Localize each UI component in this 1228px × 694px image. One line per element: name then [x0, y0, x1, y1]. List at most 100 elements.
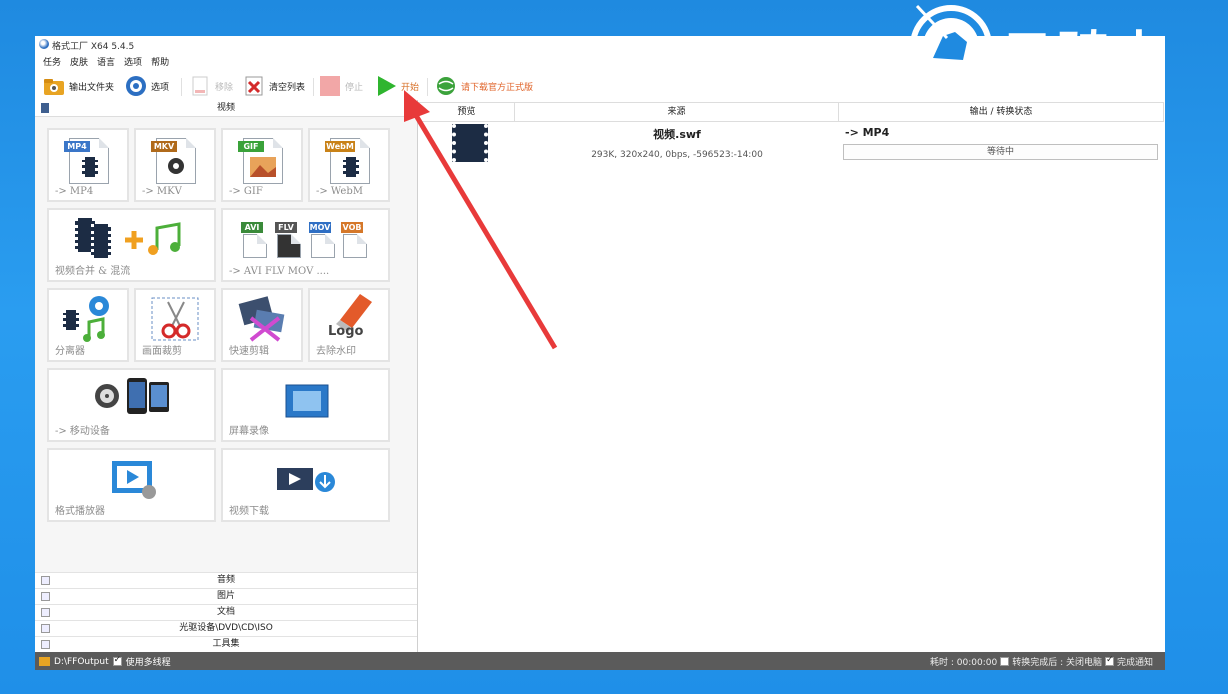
film-icon	[343, 157, 359, 177]
tile-video-merge[interactable]: 视频合并 & 混流	[47, 208, 216, 282]
tile-to-gif[interactable]: GIF -> GIF	[221, 128, 303, 202]
category-list: 音频 图片 文档 光驱设备\DVD\CD\ISO 工具集	[35, 572, 417, 652]
clear-list-icon	[243, 75, 265, 97]
mp4-badge: MP4	[64, 141, 90, 152]
menu-help[interactable]: 帮助	[151, 55, 169, 69]
options-icon	[125, 75, 147, 97]
header-source[interactable]: 来源	[515, 103, 839, 121]
toolbar-divider	[181, 78, 182, 96]
document-icon	[41, 608, 50, 617]
task-file-info: 293K, 320x240, 0bps, -596523:-14:00	[591, 150, 763, 160]
watermark-knight-logo	[910, 4, 992, 87]
menu-options[interactable]: 选项	[124, 55, 142, 69]
stop-icon	[319, 75, 341, 97]
category-label: 工具集	[212, 639, 240, 649]
start-button[interactable]: 开始	[375, 72, 419, 100]
tile-format-player[interactable]: 格式播放器	[47, 448, 216, 522]
tile-to-avi-flv-mov[interactable]: AVI FLV MOV VOB -> AVI FLV MOV ....	[221, 208, 390, 282]
category-document[interactable]: 文档	[35, 604, 417, 620]
image-icon	[250, 157, 276, 177]
tile-label: 视频下载	[229, 506, 269, 517]
remove-label: 移除	[215, 82, 234, 93]
tile-to-mkv[interactable]: MKV -> MKV	[134, 128, 216, 202]
task-output-format: -> MP4	[845, 126, 890, 139]
category-label: 音频	[216, 575, 235, 585]
output-path[interactable]: D:\FFOutput	[54, 657, 109, 667]
watermark: 云骑士	[905, 0, 1205, 96]
image-icon	[41, 592, 50, 601]
crop-scissors-icon	[151, 297, 199, 341]
tile-mobile-device[interactable]: -> 移动设备	[47, 368, 216, 442]
tile-label: -> 移动设备	[55, 426, 110, 437]
multi-format-icons: AVI FLV MOV VOB	[241, 222, 371, 258]
tile-label: -> WebM	[316, 186, 363, 197]
after-convert-checkbox[interactable]	[1000, 657, 1010, 666]
tile-label: 屏幕录像	[229, 426, 269, 437]
category-disc[interactable]: 光驱设备\DVD\CD\ISO	[35, 620, 417, 636]
tile-label: 去除水印	[316, 346, 356, 357]
webm-badge: WebM	[325, 141, 355, 152]
multithread-checkbox[interactable]	[112, 655, 122, 666]
multithread-label: 使用多线程	[125, 658, 171, 668]
tile-splitter[interactable]: 分离器	[47, 288, 129, 362]
logo-text: Logo	[328, 324, 364, 339]
toolbar-divider	[427, 78, 428, 96]
tile-label: 格式播放器	[55, 506, 105, 517]
quicktime-icon	[311, 234, 335, 258]
tile-label: 视频合并 & 混流	[55, 266, 131, 277]
folder-icon	[43, 75, 65, 97]
video-category-icon	[41, 103, 49, 113]
app-icon	[39, 39, 49, 49]
menu-task[interactable]: 任务	[43, 55, 61, 69]
stop-label: 停止	[345, 82, 364, 93]
category-tools[interactable]: 工具集	[35, 636, 417, 652]
remove-button[interactable]: 移除	[189, 72, 233, 100]
clapper-icon	[277, 234, 301, 258]
mkv-file-icon: MKV	[151, 138, 196, 184]
tile-remove-watermark[interactable]: Logo 去除水印	[308, 288, 390, 362]
menu-skin[interactable]: 皮肤	[70, 55, 88, 69]
category-label: 图片	[216, 591, 235, 601]
header-preview[interactable]: 预览	[419, 103, 515, 121]
tile-label: 分离器	[55, 346, 85, 357]
after-convert-label: 转换完成后 : 关闭电脑	[1012, 658, 1102, 668]
clear-list-button[interactable]: 清空列表	[243, 72, 305, 100]
stop-button[interactable]: 停止	[319, 72, 363, 100]
tile-to-mp4[interactable]: MP4 -> MP4	[47, 128, 129, 202]
category-image[interactable]: 图片	[35, 588, 417, 604]
header-output-status[interactable]: 输出 / 转换状态	[839, 103, 1164, 121]
task-row[interactable]: 视频.swf 293K, 320x240, 0bps, -596523:-14:…	[419, 122, 1164, 172]
tile-to-webm[interactable]: WebM -> WebM	[308, 128, 390, 202]
menu-language[interactable]: 语言	[97, 55, 115, 69]
status-bar: D:\FFOutput 使用多线程 耗时 : 00:00:00 转换完成后 : …	[35, 652, 1165, 670]
gif-file-icon: GIF	[238, 138, 283, 184]
category-label: 文档	[216, 607, 235, 617]
tile-label: -> GIF	[229, 186, 263, 197]
tile-video-download[interactable]: 视频下载	[221, 448, 390, 522]
tile-crop[interactable]: 画面裁剪	[134, 288, 216, 362]
toolbar-divider	[313, 78, 314, 96]
tile-label: -> MKV	[142, 186, 182, 197]
options-button[interactable]: 选项	[125, 72, 169, 100]
output-folder-label: 输出文件夹	[69, 82, 115, 93]
download-official-button[interactable]: 请下载官方正式版	[435, 72, 533, 100]
merge-music-icon	[125, 222, 181, 255]
film-icon	[82, 157, 98, 177]
vob-badge: VOB	[341, 222, 363, 233]
film-icon	[91, 224, 111, 258]
tile-quick-clip[interactable]: 快速剪辑	[221, 288, 303, 362]
folder-icon	[39, 657, 50, 666]
elapsed-time: 耗时 : 00:00:00	[930, 658, 998, 668]
start-label: 开始	[401, 82, 420, 93]
avi-badge: AVI	[241, 222, 263, 233]
notify-checkbox[interactable]	[1104, 655, 1114, 666]
tile-screen-record[interactable]: 屏幕录像	[221, 368, 390, 442]
video-category-header[interactable]: 视频	[35, 100, 417, 117]
tile-label: -> AVI FLV MOV ....	[229, 266, 330, 277]
remove-icon	[189, 75, 211, 97]
output-folder-button[interactable]: 输出文件夹	[43, 72, 114, 100]
play-icon	[375, 75, 397, 97]
screen-record-icon	[285, 384, 329, 418]
video-category-label: 视频	[216, 103, 235, 113]
category-audio[interactable]: 音频	[35, 572, 417, 588]
